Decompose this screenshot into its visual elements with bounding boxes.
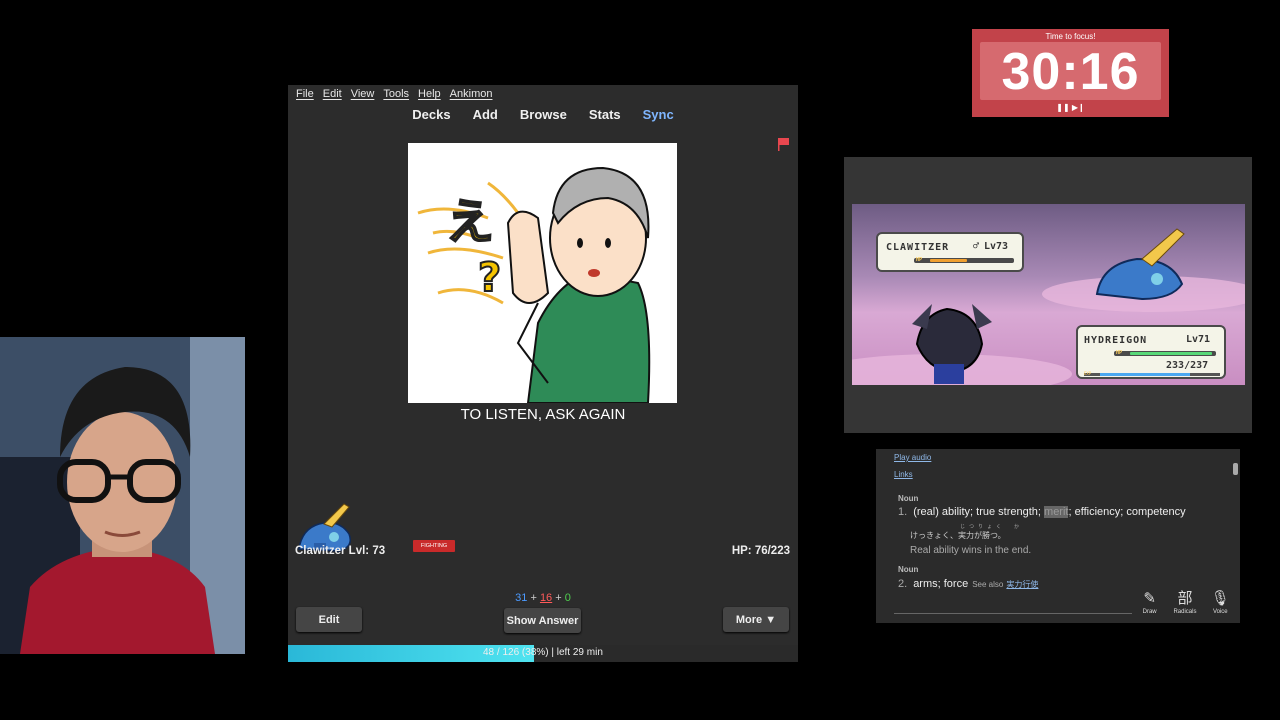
draw-button[interactable]: ✎ Draw	[1134, 589, 1166, 623]
player-hp-bar: HP	[1114, 351, 1216, 356]
battle-panel: CLAWITZER ♂ Lv73 HP HYDREIGON Lv71 HP 23…	[844, 157, 1252, 433]
play-audio-link[interactable]: Play audio	[894, 453, 931, 462]
player-status-box: HYDREIGON Lv71 HP 233/237 EXP	[1076, 325, 1226, 379]
menu-tools[interactable]: Tools	[383, 88, 409, 106]
enemy-hp-bar: HP	[914, 258, 1014, 263]
card-answer-text: TO LISTEN, ASK AGAIN	[460, 406, 626, 423]
sense-1: 1. (real) ability; true strength; merit; …	[898, 506, 1186, 518]
toolbar-add[interactable]: Add	[473, 107, 498, 122]
sense-number: 2.	[898, 578, 908, 590]
example-japanese: けっきょく、実力が勝つ。	[910, 531, 1006, 540]
review-count: 0	[564, 592, 571, 604]
input-tools: ✎ Draw 部 Radicals 🎙 Voice	[1132, 589, 1238, 623]
furigana: じつりょく か	[960, 524, 1024, 530]
player-hp-current: 233	[1166, 360, 1185, 371]
see-also-label: See also	[972, 580, 1004, 589]
more-button[interactable]: More ▼	[723, 607, 789, 632]
tool-label: Radicals	[1173, 609, 1197, 615]
webcam-feed	[0, 337, 245, 654]
focus-timer: Time to focus! 30:16 ❚❚ ▶❙	[972, 29, 1169, 117]
divider	[894, 613, 1134, 614]
exp-fill	[1100, 373, 1190, 376]
toolbar-browse[interactable]: Browse	[520, 107, 567, 122]
menu-bar: File Edit View Tools Help Ankimon	[296, 88, 492, 106]
highlighted-term: merit	[1044, 506, 1069, 518]
learn-count: 16	[539, 592, 553, 604]
part-of-speech: Noun	[898, 494, 919, 503]
edit-button[interactable]: Edit	[296, 607, 362, 632]
part-of-speech: Noun	[898, 565, 919, 574]
flag-icon[interactable]	[776, 137, 790, 151]
tool-label: Draw	[1142, 609, 1157, 615]
scrollbar[interactable]	[1233, 452, 1238, 622]
dictionary-popup: Play audio Links Noun 1. (real) ability; …	[876, 449, 1240, 623]
links-link[interactable]: Links	[894, 470, 913, 479]
show-answer-button[interactable]: Show Answer	[504, 608, 581, 633]
menu-view[interactable]: View	[351, 88, 375, 106]
microphone-icon: 🎙	[1210, 590, 1230, 607]
hp-tag: HP	[1116, 350, 1123, 356]
voice-button[interactable]: 🎙 Voice	[1204, 589, 1236, 623]
exp-bar: EXP	[1084, 371, 1220, 376]
card-image: え ?	[408, 143, 677, 404]
battle-screen: CLAWITZER ♂ Lv73 HP HYDREIGON Lv71 HP 23…	[852, 204, 1245, 385]
menu-edit[interactable]: Edit	[323, 88, 342, 106]
due-counts: 31 + 16 + 0	[288, 592, 798, 604]
sense-text: (real) ability; true strength;	[913, 506, 1045, 518]
enemy-gender-icon: ♂	[973, 241, 980, 252]
toolbar-sync[interactable]: Sync	[643, 107, 674, 122]
menu-file[interactable]: File	[296, 88, 314, 106]
exp-tag: EXP	[1084, 371, 1092, 376]
player-hp-fill	[1130, 352, 1212, 355]
anki-window: File Edit View Tools Help Ankimon Decks …	[288, 85, 798, 662]
sense-number: 1.	[898, 506, 908, 518]
example-english: Real ability wins in the end.	[910, 545, 1032, 556]
toolbar-stats[interactable]: Stats	[589, 107, 621, 122]
draw-icon: ✎	[1143, 590, 1156, 607]
new-count: 31	[515, 592, 528, 604]
timer-label: Time to focus!	[1045, 32, 1096, 41]
progress-text: 48 / 126 (38%) | left 29 min	[483, 647, 603, 658]
hp-label: HP: 76/223	[731, 545, 790, 557]
radicals-button[interactable]: 部 Radicals	[1169, 589, 1201, 623]
timer-value: 30:16	[1001, 43, 1140, 101]
svg-text:え: え	[446, 194, 494, 250]
sense-text: arms; force	[913, 578, 969, 590]
pet-level-label: Clawitzer Lvl: 73	[295, 545, 386, 557]
player-level: Lv71	[1186, 334, 1211, 345]
enemy-hp-fill	[930, 259, 967, 262]
sense-text: ; efficiency; competency	[1068, 506, 1186, 518]
radicals-icon: 部	[1177, 590, 1193, 607]
enemy-name: CLAWITZER	[886, 242, 950, 253]
count-separator: +	[552, 592, 565, 604]
hp-tag: HP	[916, 257, 923, 263]
player-hp-numbers: 233/237	[1166, 360, 1209, 371]
timer-controls[interactable]: ❚❚ ▶❙	[972, 103, 1169, 112]
enemy-level: Lv73	[984, 241, 1009, 252]
top-toolbar: Decks Add Browse Stats Sync	[288, 107, 798, 122]
type-badge: FIGHTING	[413, 540, 455, 552]
tool-label: Voice	[1212, 609, 1228, 615]
count-separator: +	[527, 592, 540, 604]
sense-2: 2. arms; force See also 実力行使	[898, 578, 1038, 590]
player-hp-max: 237	[1190, 360, 1209, 371]
toolbar-decks[interactable]: Decks	[412, 107, 450, 122]
see-also-link[interactable]: 実力行使	[1006, 580, 1038, 589]
menu-ankimon[interactable]: Ankimon	[450, 88, 493, 106]
menu-help[interactable]: Help	[418, 88, 441, 106]
scrollbar-thumb[interactable]	[1233, 463, 1238, 475]
player-name: HYDREIGON	[1084, 335, 1148, 346]
enemy-status-box: CLAWITZER ♂ Lv73 HP	[876, 232, 1024, 272]
svg-text:?: ?	[478, 255, 501, 301]
